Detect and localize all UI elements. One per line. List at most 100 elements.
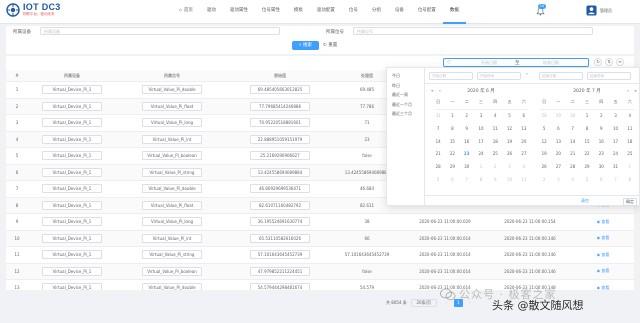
- end-time-input[interactable]: 结束时间: [587, 72, 631, 80]
- calendar-day[interactable]: 9: [460, 126, 474, 131]
- calendar-day[interactable]: 26: [537, 164, 551, 169]
- calendar-day[interactable]: 13: [551, 139, 565, 144]
- nav-item-2[interactable]: 驱动属性: [223, 0, 255, 24]
- calendar-day[interactable]: 9: [594, 126, 608, 131]
- calendar-day[interactable]: 30: [594, 164, 608, 169]
- calendar-day[interactable]: 4: [517, 164, 531, 169]
- end-date-input[interactable]: 结束日期: [539, 72, 583, 80]
- calendar-day[interactable]: 6: [594, 177, 608, 182]
- calendar-day[interactable]: 4: [623, 113, 637, 118]
- calendar-day[interactable]: 4: [488, 113, 502, 118]
- calendar-day[interactable]: 18: [623, 139, 637, 144]
- view-button[interactable]: ◉ 查看: [597, 235, 610, 241]
- calendar-day[interactable]: 11: [488, 126, 502, 131]
- calendar-day[interactable]: 1: [580, 113, 594, 118]
- refresh-icon[interactable]: ↻: [594, 58, 602, 66]
- picker-shortcut[interactable]: 最近一个月: [392, 102, 412, 108]
- nav-item-7[interactable]: 分组: [365, 0, 388, 24]
- nav-item-4[interactable]: 模板: [287, 0, 310, 24]
- calendar-day[interactable]: 24: [608, 151, 622, 156]
- calendar-day[interactable]: 10: [474, 126, 488, 131]
- user-menu[interactable]: 管理员: [586, 5, 612, 16]
- picker-shortcut[interactable]: 最近三个月: [392, 111, 412, 117]
- reset-button[interactable]: ↻ 重置: [323, 41, 337, 50]
- calendar-day[interactable]: 25: [488, 151, 502, 156]
- calendar-day[interactable]: 30: [460, 164, 474, 169]
- calendar-day[interactable]: 8: [580, 126, 594, 131]
- calendar-day[interactable]: 3: [502, 164, 516, 169]
- table-row[interactable]: 12 Virtual_Device_Pi_1 Virtual_Value_Pi_bo…: [6, 263, 634, 280]
- prev-month-icon[interactable]: ‹: [439, 87, 441, 96]
- calendar-day[interactable]: 1: [445, 113, 459, 118]
- range-start[interactable]: 开始日期: [464, 60, 514, 66]
- point-select[interactable]: 所属位号: [353, 27, 593, 35]
- calendar-day[interactable]: 27: [517, 151, 531, 156]
- calendar-day[interactable]: 21: [566, 151, 580, 156]
- calendar-day[interactable]: 14: [566, 139, 580, 144]
- calendar-day[interactable]: 7: [608, 177, 622, 182]
- iot-logo-icon[interactable]: [6, 3, 20, 17]
- calendar-day[interactable]: 19: [537, 151, 551, 156]
- calendar-day[interactable]: 11: [517, 177, 531, 182]
- calendar-day[interactable]: 3: [474, 113, 488, 118]
- calendar-day[interactable]: 12: [502, 126, 516, 131]
- calendar-day[interactable]: 28: [566, 164, 580, 169]
- picker-ok-button[interactable]: 确定: [623, 198, 637, 206]
- calendar-day[interactable]: 17: [474, 139, 488, 144]
- table-row[interactable]: 10 Virtual_Device_Pi_1 Virtual_Value_Pi_in…: [6, 230, 634, 247]
- nav-item-5[interactable]: 驱动配置: [310, 0, 342, 24]
- calendar-day[interactable]: 18: [488, 139, 502, 144]
- view-button[interactable]: ◉ 查看: [597, 252, 610, 258]
- calendar-day[interactable]: 4: [566, 177, 580, 182]
- calendar-day[interactable]: 23: [594, 151, 608, 156]
- table-row[interactable]: 9 Virtual_Device_Pi_1 Virtual_Value_Pi_lon…: [6, 214, 634, 231]
- calendar-day[interactable]: 22: [580, 151, 594, 156]
- calendar-day[interactable]: 23: [460, 151, 474, 156]
- device-select[interactable]: 所属设备: [40, 27, 280, 35]
- date-range-input[interactable]: ◷ 开始日期 至 结束日期: [443, 58, 589, 67]
- calendar-day[interactable]: 28: [537, 113, 551, 118]
- picker-shortcut[interactable]: 今日: [392, 73, 400, 79]
- table-row[interactable]: 11 Virtual_Device_Pi_1 Virtual_Value_Pi_st…: [6, 247, 634, 264]
- calendar-day[interactable]: 26: [502, 151, 516, 156]
- calendar-day[interactable]: 31: [431, 113, 445, 118]
- picker-clear-button[interactable]: 清空: [581, 198, 589, 204]
- columns-icon[interactable]: ≡: [616, 58, 624, 66]
- start-date-input[interactable]: 开始日期: [429, 72, 473, 80]
- next-month-icon[interactable]: ›: [627, 87, 629, 96]
- calendar-day[interactable]: 29: [551, 113, 565, 118]
- calendar-day[interactable]: 15: [580, 139, 594, 144]
- view-button[interactable]: ◉ 查看: [597, 219, 610, 225]
- nav-item-10[interactable]: 数据: [442, 0, 466, 24]
- search-button[interactable]: ⌕ 搜索: [292, 41, 319, 50]
- nav-item-1[interactable]: 驱动: [200, 0, 223, 24]
- calendar-day[interactable]: 10: [502, 177, 516, 182]
- calendar-day[interactable]: 29: [580, 164, 594, 169]
- calendar-day[interactable]: 30: [566, 113, 580, 118]
- pager-size-select[interactable]: 20条/页: [410, 299, 437, 307]
- calendar-day[interactable]: 19: [502, 139, 516, 144]
- sort-icon[interactable]: ⇅: [605, 58, 613, 66]
- calendar-day[interactable]: 14: [431, 139, 445, 144]
- view-button[interactable]: ◉ 查看: [597, 285, 610, 290]
- calendar-day[interactable]: 5: [580, 177, 594, 182]
- next-year-icon[interactable]: »: [634, 87, 637, 96]
- view-button[interactable]: ◉ 查看: [597, 268, 610, 274]
- picker-shortcut[interactable]: 最近一周: [392, 92, 408, 98]
- calendar-day[interactable]: 2: [537, 177, 551, 182]
- calendar-day[interactable]: 7: [566, 126, 580, 131]
- calendar-day[interactable]: 8: [623, 177, 637, 182]
- calendar-day[interactable]: 6: [517, 113, 531, 118]
- calendar-day[interactable]: 6: [445, 177, 459, 182]
- calendar-day[interactable]: 1: [623, 164, 637, 169]
- calendar-day[interactable]: 24: [474, 151, 488, 156]
- calendar-day[interactable]: 9: [488, 177, 502, 182]
- calendar-day[interactable]: 8: [474, 177, 488, 182]
- calendar-day[interactable]: 7: [431, 126, 445, 131]
- calendar-day[interactable]: 12: [537, 139, 551, 144]
- prev-year-icon[interactable]: «: [431, 87, 434, 96]
- calendar-day[interactable]: 1: [474, 164, 488, 169]
- range-end[interactable]: 结束日期: [526, 60, 576, 66]
- calendar-day[interactable]: 8: [445, 126, 459, 131]
- calendar-day[interactable]: 17: [608, 139, 622, 144]
